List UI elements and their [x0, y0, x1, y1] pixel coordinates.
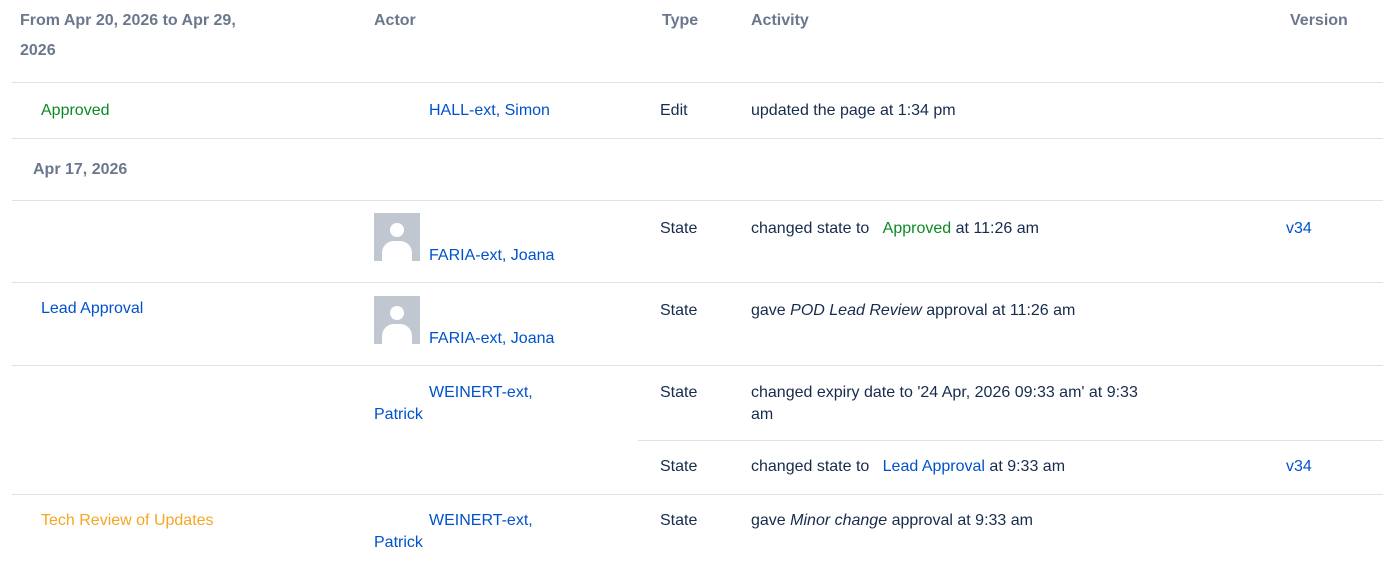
- activity-text: changed state to Approved at 11:26 am: [751, 218, 1039, 240]
- actor-name-line2[interactable]: Patrick: [374, 404, 614, 426]
- header-version: Version: [1290, 12, 1348, 29]
- activity-text: gave POD Lead Review approval at 11:26 a…: [751, 300, 1075, 322]
- activity-prefix: gave: [751, 302, 786, 319]
- header-activity: Activity: [751, 12, 809, 29]
- default-user-avatar-icon: [374, 296, 420, 344]
- activity-suffix: at 9:33 am: [989, 458, 1066, 475]
- activity-type: State: [660, 512, 698, 529]
- state-link-lead-approval[interactable]: Lead Approval: [883, 458, 985, 475]
- activity-suffix: at 11:26 am: [955, 220, 1039, 237]
- activity-type: Edit: [660, 102, 688, 119]
- default-user-avatar-icon: [374, 213, 420, 261]
- row-divider: [12, 200, 1383, 201]
- activity-text-line1: changed expiry date to '24 Apr, 2026 09:…: [751, 384, 1138, 401]
- header-type: Type: [662, 12, 699, 29]
- actor-link-faria-joana[interactable]: FARIA-ext, Joana: [429, 245, 554, 267]
- activity-text: changed expiry date to '24 Apr, 2026 09:…: [751, 382, 1261, 426]
- row-divider: [12, 494, 1383, 495]
- activity-prefix: gave: [751, 512, 786, 529]
- header-date-range: From Apr 20, 2026 to Apr 29, 2026: [20, 6, 340, 66]
- header-actor: Actor: [374, 12, 416, 29]
- actor-name-line1[interactable]: WEINERT-ext,: [374, 382, 614, 404]
- version-link-v34[interactable]: v34: [1286, 218, 1312, 240]
- header-divider: [12, 82, 1383, 83]
- approval-name: Minor change: [790, 512, 888, 529]
- activity-suffix: approval at 11:26 am: [926, 302, 1076, 319]
- row-divider: [12, 282, 1383, 283]
- activity-suffix: approval at 9:33 am: [891, 512, 1033, 529]
- activity-prefix: changed state to: [751, 458, 870, 475]
- date-group-label: Apr 17, 2026: [33, 161, 128, 178]
- workflow-state-approved: Approved: [41, 102, 110, 119]
- activity-text: updated the page at 1:34 pm: [751, 102, 956, 119]
- version-link-v34[interactable]: v34: [1286, 456, 1312, 478]
- state-label-approved: Approved: [882, 220, 952, 237]
- actor-link-weinert-patrick[interactable]: WEINERT-ext, Patrick: [374, 382, 614, 426]
- workflow-state-lead-approval[interactable]: Lead Approval: [41, 298, 143, 320]
- activity-type: State: [660, 220, 698, 237]
- activity-type: State: [660, 458, 698, 475]
- actor-link-faria-joana[interactable]: FARIA-ext, Joana: [429, 328, 554, 350]
- row-divider: [638, 440, 1383, 441]
- header-date-range-line1: From Apr 20, 2026 to Apr 29,: [20, 12, 236, 29]
- activity-text: changed state to Lead Approval at 9:33 a…: [751, 456, 1065, 478]
- actor-name-line1[interactable]: WEINERT-ext,: [374, 510, 614, 532]
- activity-text-line2: am: [751, 406, 774, 423]
- activity-type: State: [660, 302, 698, 319]
- activity-text: gave Minor change approval at 9:33 am: [751, 510, 1033, 532]
- row-divider: [12, 138, 1383, 139]
- workflow-state-tech-review: Tech Review of Updates: [41, 512, 214, 529]
- approval-name: POD Lead Review: [790, 302, 922, 319]
- actor-link-hall-simon[interactable]: HALL-ext, Simon: [429, 100, 550, 122]
- row-divider: [12, 365, 1383, 366]
- actor-name-line2[interactable]: Patrick: [374, 532, 614, 554]
- header-date-range-line2: 2026: [20, 42, 56, 59]
- activity-type: State: [660, 384, 698, 401]
- activity-prefix: changed state to: [751, 220, 870, 237]
- actor-link-weinert-patrick[interactable]: WEINERT-ext, Patrick: [374, 510, 614, 554]
